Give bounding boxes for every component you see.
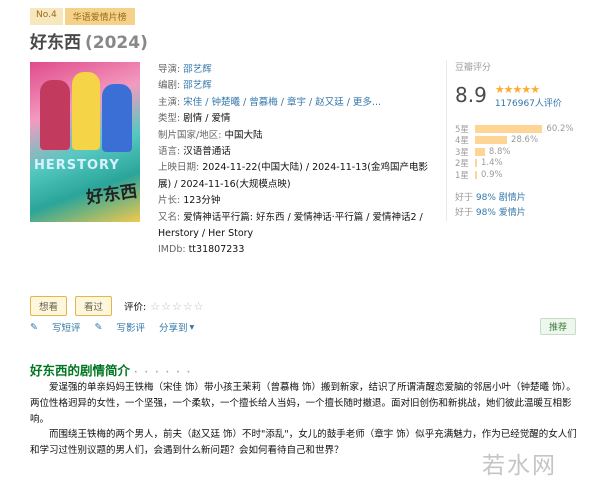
rating-bar [475, 147, 485, 156]
genre-value: 剧情 / 爱情 [183, 113, 231, 125]
poster-figure [102, 84, 132, 152]
language-value: 汉语普通话 [183, 146, 231, 158]
movie-poster[interactable]: HERSTORY 好东西 [30, 62, 140, 222]
star-percent: 8.8% [488, 146, 511, 157]
aka-label: 又名: [158, 211, 181, 223]
watermark: 若水网 [482, 453, 557, 479]
rating-bar [475, 170, 477, 179]
release-label: 上映日期: [158, 162, 200, 174]
interest-actions: 想看 看过 评价: ☆☆☆☆☆ [30, 296, 205, 316]
recommend-button[interactable]: 推荐 [540, 318, 577, 335]
share-arrow-icon: ▾ [189, 321, 195, 333]
poster-figure [40, 80, 70, 150]
better-than-prefix: 好于 [455, 207, 474, 218]
imdb-label: IMDb: [158, 244, 186, 256]
page-title: 好东西 (2024) [30, 28, 148, 53]
better-than-link[interactable]: 98% 剧情片 [476, 193, 526, 203]
watched-button[interactable]: 看过 [75, 296, 113, 316]
star-percent: 1.4% [481, 158, 503, 169]
rank-list-name[interactable]: 华语爱情片榜 [64, 8, 135, 25]
writer-label: 编剧: [158, 80, 181, 92]
intro-dots: · · · · · · [134, 368, 193, 378]
aka-value: 爱情神话平行篇: 好东西 / 爱情神话·平行篇 / 爱情神话2 / Hersto… [158, 211, 423, 240]
runtime-label: 片长: [158, 195, 181, 207]
review-link[interactable]: 写影评 [116, 320, 145, 334]
country-value: 中国大陆 [224, 129, 263, 141]
short-review-link[interactable]: 写短评 [52, 320, 81, 334]
movie-info: 导演: 邵艺辉 编剧: 邵艺辉 主演: 宋佳 / 钟楚曦 / 曾慕梅 / 章宇 … [158, 62, 428, 259]
poster-english-title: HERSTORY [34, 158, 120, 173]
rating-bar-row: 2星 1.4% [455, 158, 586, 170]
star-level: 5星 [455, 124, 469, 135]
rating-bar-row: 4星 28.6% [455, 135, 586, 147]
watched-label: 看过 [84, 302, 104, 313]
runtime-value: 123分钟 [183, 195, 221, 207]
pencil-icon: ✎ [94, 321, 103, 333]
rating-score: 8.9 [455, 83, 487, 107]
star-percent: 28.6% [511, 135, 539, 146]
rating-bar-row: 3星 8.8% [455, 146, 586, 158]
review-actions: ✎ 写短评 ✎ 写影评 分享到 ▾ [30, 320, 222, 335]
imdb-value[interactable]: tt31807233 [189, 244, 245, 255]
rating-distribution: 5星 60.2% 4星 28.6% 3星 8.8% 2星 1.4% 1星 0.9% [455, 123, 586, 181]
poster-chinese-title: 好东西 [85, 181, 139, 209]
star-level: 1星 [455, 170, 469, 181]
writer-link[interactable]: 邵艺辉 [183, 80, 212, 91]
star-level: 3星 [455, 147, 469, 158]
rating-bar-row: 5星 60.2% [455, 123, 586, 135]
star-level: 2星 [455, 159, 469, 170]
better-than-link[interactable]: 98% 爱情片 [476, 208, 526, 218]
director-link[interactable]: 邵艺辉 [183, 64, 212, 75]
rating-panel: 豆瓣评分 8.9 ★★★★★ 1176967人评价 5星 60.2% 4星 28.6… [446, 60, 586, 221]
movie-name: 好东西 [30, 33, 81, 53]
star-percent: 0.9% [481, 169, 503, 180]
rating-count-link[interactable]: 1176967人评价 [495, 99, 562, 109]
director-label: 导演: [158, 64, 181, 75]
intro-paragraph: 爱逞强的单亲妈妈王铁梅（宋佳 饰）带小孩王茉莉（曾慕梅 饰）搬到新家，结识了所谓… [30, 382, 576, 425]
rate-stars-input[interactable]: ☆☆☆☆☆ [150, 300, 204, 313]
poster-figure [72, 72, 100, 150]
rating-bar-row: 1星 0.9% [455, 169, 586, 181]
rating-bar [475, 124, 543, 133]
star-percent: 60.2% [546, 123, 574, 134]
genre-label: 类型: [158, 113, 181, 125]
better-than: 好于 98% 剧情片 好于 98% 爱情片 [455, 191, 586, 221]
pencil-icon: ✎ [30, 321, 38, 333]
intro-title: 好东西的剧情简介 [30, 363, 131, 378]
rank-number: No.4 [30, 8, 63, 25]
language-label: 语言: [158, 146, 181, 158]
cast-label: 主演: [158, 96, 181, 108]
movie-year: (2024) [85, 33, 148, 53]
want-label: 想看 [39, 302, 59, 313]
share[interactable]: 分享到 ▾ [159, 320, 208, 335]
rating-label: 豆瓣评分 [455, 63, 492, 73]
release-value: 2024-11-22(中国大陆) / 2024-11-13(金鸡国产电影展) /… [158, 162, 428, 190]
better-than-prefix: 好于 [455, 192, 474, 203]
rank-badge[interactable]: No.4 华语爱情片榜 [30, 8, 135, 25]
share-link[interactable]: 分享到 [159, 320, 188, 334]
rating-stars-icon: ★★★★★ [494, 83, 540, 96]
rating-bar [475, 159, 477, 168]
country-label: 制片国家/地区: [158, 129, 222, 141]
write-review[interactable]: ✎ 写影评 [94, 320, 145, 335]
want-to-watch-button[interactable]: 想看 [30, 296, 68, 316]
write-short-review[interactable]: ✎ 写短评 [30, 320, 81, 335]
star-level: 4星 [455, 136, 469, 147]
cast-links[interactable]: 宋佳 / 钟楚曦 / 曾慕梅 / 章宇 / 赵又廷 / 更多... [183, 97, 381, 108]
rate-label: 评价: [124, 302, 147, 313]
intro-heading: 好东西的剧情简介 · · · · · · [30, 360, 192, 379]
rating-bar [475, 136, 508, 145]
